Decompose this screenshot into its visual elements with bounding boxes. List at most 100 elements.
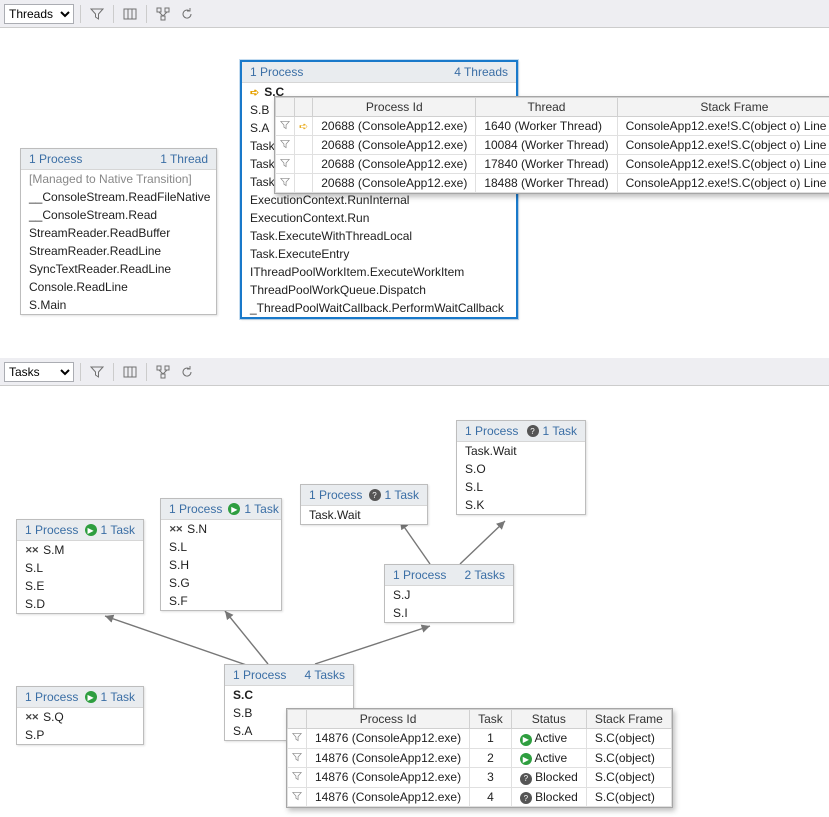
stack-frame[interactable]: ✕✕S.Q <box>17 708 143 726</box>
filter-icon[interactable] <box>280 158 290 171</box>
filter-icon[interactable] <box>87 4 107 24</box>
column-header[interactable] <box>288 710 307 729</box>
column-header[interactable]: Process Id <box>307 710 470 729</box>
stack-frame[interactable]: [Managed to Native Transition] <box>21 170 216 188</box>
stack-frame-label: ThreadPoolWorkQueue.Dispatch <box>250 283 426 297</box>
stack-frame[interactable]: S.L <box>161 538 281 556</box>
stack-frame[interactable]: S.O <box>457 460 585 478</box>
stack-frame[interactable]: S.C <box>225 686 353 704</box>
stack-frame[interactable]: ✕✕S.N <box>161 520 281 538</box>
stack-frame-label: S.P <box>25 728 44 742</box>
stack-frame[interactable]: ThreadPoolWorkQueue.Dispatch <box>242 281 516 299</box>
external-code-icon: ✕✕ <box>25 545 38 556</box>
layout-icon[interactable] <box>153 4 173 24</box>
columns-icon[interactable] <box>120 4 140 24</box>
column-header[interactable] <box>295 98 313 117</box>
stack-frame-label: _ThreadPoolWaitCallback.PerformWaitCallb… <box>250 301 504 315</box>
task-card-g[interactable]: 1 Process▶1 Task✕✕S.QS.P <box>16 686 144 745</box>
columns-icon[interactable] <box>120 362 140 382</box>
task-card-e[interactable]: 1 Process2 TasksS.JS.I <box>384 564 514 623</box>
column-header[interactable]: Stack Frame <box>617 98 829 117</box>
refresh-icon[interactable] <box>177 362 197 382</box>
stack-frame[interactable]: _ThreadPoolWaitCallback.PerformWaitCallb… <box>242 299 516 317</box>
stack-frame[interactable]: StreamReader.ReadLine <box>21 242 216 260</box>
stack-frame[interactable]: ✕✕S.M <box>17 541 143 559</box>
stack-frame[interactable]: S.L <box>17 559 143 577</box>
filter-icon[interactable] <box>292 771 302 784</box>
refresh-icon[interactable] <box>177 4 197 24</box>
card-header-left: 1 Process <box>393 568 446 582</box>
cell-thread: 17840 (Worker Thread) <box>476 155 617 174</box>
status-running-icon: ▶ <box>85 524 97 536</box>
filter-icon[interactable] <box>280 120 290 133</box>
stack-frame[interactable]: S.E <box>17 577 143 595</box>
view-selector[interactable]: Tasks <box>4 362 74 382</box>
stack-frame[interactable]: IThreadPoolWorkItem.ExecuteWorkItem <box>242 263 516 281</box>
column-header[interactable]: Status <box>511 710 586 729</box>
column-header[interactable]: Thread <box>476 98 617 117</box>
tasks-detail-popup[interactable]: Process IdTaskStatusStack Frame 14876 (C… <box>286 708 673 808</box>
table-row[interactable]: 14876 (ConsoleApp12.exe)3? BlockedS.C(ob… <box>288 768 672 788</box>
stack-frame[interactable]: __ConsoleStream.Read <box>21 206 216 224</box>
stack-frame[interactable]: S.P <box>17 726 143 744</box>
cell-task: 1 <box>470 729 512 749</box>
stack-card-main-thread[interactable]: 1 Process 1 Thread [Managed to Native Tr… <box>20 148 217 315</box>
cell-proc: 14876 (ConsoleApp12.exe) <box>307 787 470 807</box>
task-card-b[interactable]: 1 Process▶1 Task✕✕S.NS.LS.HS.GS.F <box>160 498 282 611</box>
stack-frame[interactable]: __ConsoleStream.ReadFileNative <box>21 188 216 206</box>
column-header[interactable]: Process Id <box>313 98 476 117</box>
filter-icon[interactable] <box>292 791 302 804</box>
stack-frame[interactable]: S.G <box>161 574 281 592</box>
stack-frame[interactable]: S.K <box>457 496 585 514</box>
stack-frame[interactable]: S.Main <box>21 296 216 314</box>
card-header-left: 1 Process <box>233 668 286 682</box>
stack-frame[interactable]: Task.Wait <box>457 442 585 460</box>
stack-frame[interactable]: ExecutionContext.Run <box>242 209 516 227</box>
card-header-right: 1 Task <box>244 502 278 516</box>
filter-icon[interactable] <box>292 732 302 745</box>
table-row[interactable]: 14876 (ConsoleApp12.exe)4? BlockedS.C(ob… <box>288 787 672 807</box>
layout-icon[interactable] <box>153 362 173 382</box>
stack-frame[interactable]: S.D <box>17 595 143 613</box>
column-header[interactable] <box>276 98 295 117</box>
stack-frame[interactable]: Console.ReadLine <box>21 278 216 296</box>
stack-frame-label: S.N <box>187 522 207 536</box>
threads-detail-popup[interactable]: Process IdThreadStack Frame ➪20688 (Cons… <box>274 96 829 194</box>
view-selector[interactable]: Threads <box>4 4 74 24</box>
stack-frame[interactable]: Task.Wait <box>301 506 427 524</box>
stack-frame[interactable]: S.F <box>161 592 281 610</box>
stack-frame-label: Task.Wait <box>309 508 361 522</box>
stack-frame[interactable]: S.H <box>161 556 281 574</box>
table-row[interactable]: 20688 (ConsoleApp12.exe)10084 (Worker Th… <box>276 136 829 155</box>
stack-frame[interactable]: S.J <box>385 586 513 604</box>
task-card-c[interactable]: 1 Process?1 TaskTask.Wait <box>300 484 428 525</box>
stack-frame[interactable]: Task.ExecuteWithThreadLocal <box>242 227 516 245</box>
column-header[interactable]: Stack Frame <box>586 710 671 729</box>
status-waiting-icon: ? <box>369 489 381 501</box>
stack-frame-label: S.J <box>393 588 410 602</box>
filter-icon[interactable] <box>280 139 290 152</box>
filter-icon[interactable] <box>280 177 290 190</box>
stack-frame[interactable]: S.I <box>385 604 513 622</box>
stack-frame-label: S.L <box>169 540 187 554</box>
table-row[interactable]: ➪20688 (ConsoleApp12.exe)1640 (Worker Th… <box>276 117 829 136</box>
cell-proc: 20688 (ConsoleApp12.exe) <box>313 174 476 193</box>
stack-frame[interactable]: StreamReader.ReadBuffer <box>21 224 216 242</box>
card-header-right: 4 Tasks <box>305 668 345 682</box>
cell-proc: 20688 (ConsoleApp12.exe) <box>313 155 476 174</box>
stack-frame[interactable]: Task.ExecuteEntry <box>242 245 516 263</box>
task-card-a[interactable]: 1 Process▶1 Task✕✕S.MS.LS.ES.D <box>16 519 144 614</box>
table-row[interactable]: 20688 (ConsoleApp12.exe)17840 (Worker Th… <box>276 155 829 174</box>
filter-icon[interactable] <box>87 362 107 382</box>
table-row[interactable]: 14876 (ConsoleApp12.exe)2▶ ActiveS.C(obj… <box>288 748 672 768</box>
column-header[interactable]: Task <box>470 710 512 729</box>
filter-icon[interactable] <box>292 752 302 765</box>
task-card-d[interactable]: 1 Process?1 TaskTask.WaitS.OS.LS.K <box>456 420 586 515</box>
card-header-left: 1 Process <box>309 488 362 502</box>
table-row[interactable]: 20688 (ConsoleApp12.exe)18488 (Worker Th… <box>276 174 829 193</box>
stack-frame[interactable]: SyncTextReader.ReadLine <box>21 260 216 278</box>
cell-proc: 14876 (ConsoleApp12.exe) <box>307 729 470 749</box>
stack-frame-label: S.D <box>25 597 45 611</box>
stack-frame[interactable]: S.L <box>457 478 585 496</box>
table-row[interactable]: 14876 (ConsoleApp12.exe)1▶ ActiveS.C(obj… <box>288 729 672 749</box>
